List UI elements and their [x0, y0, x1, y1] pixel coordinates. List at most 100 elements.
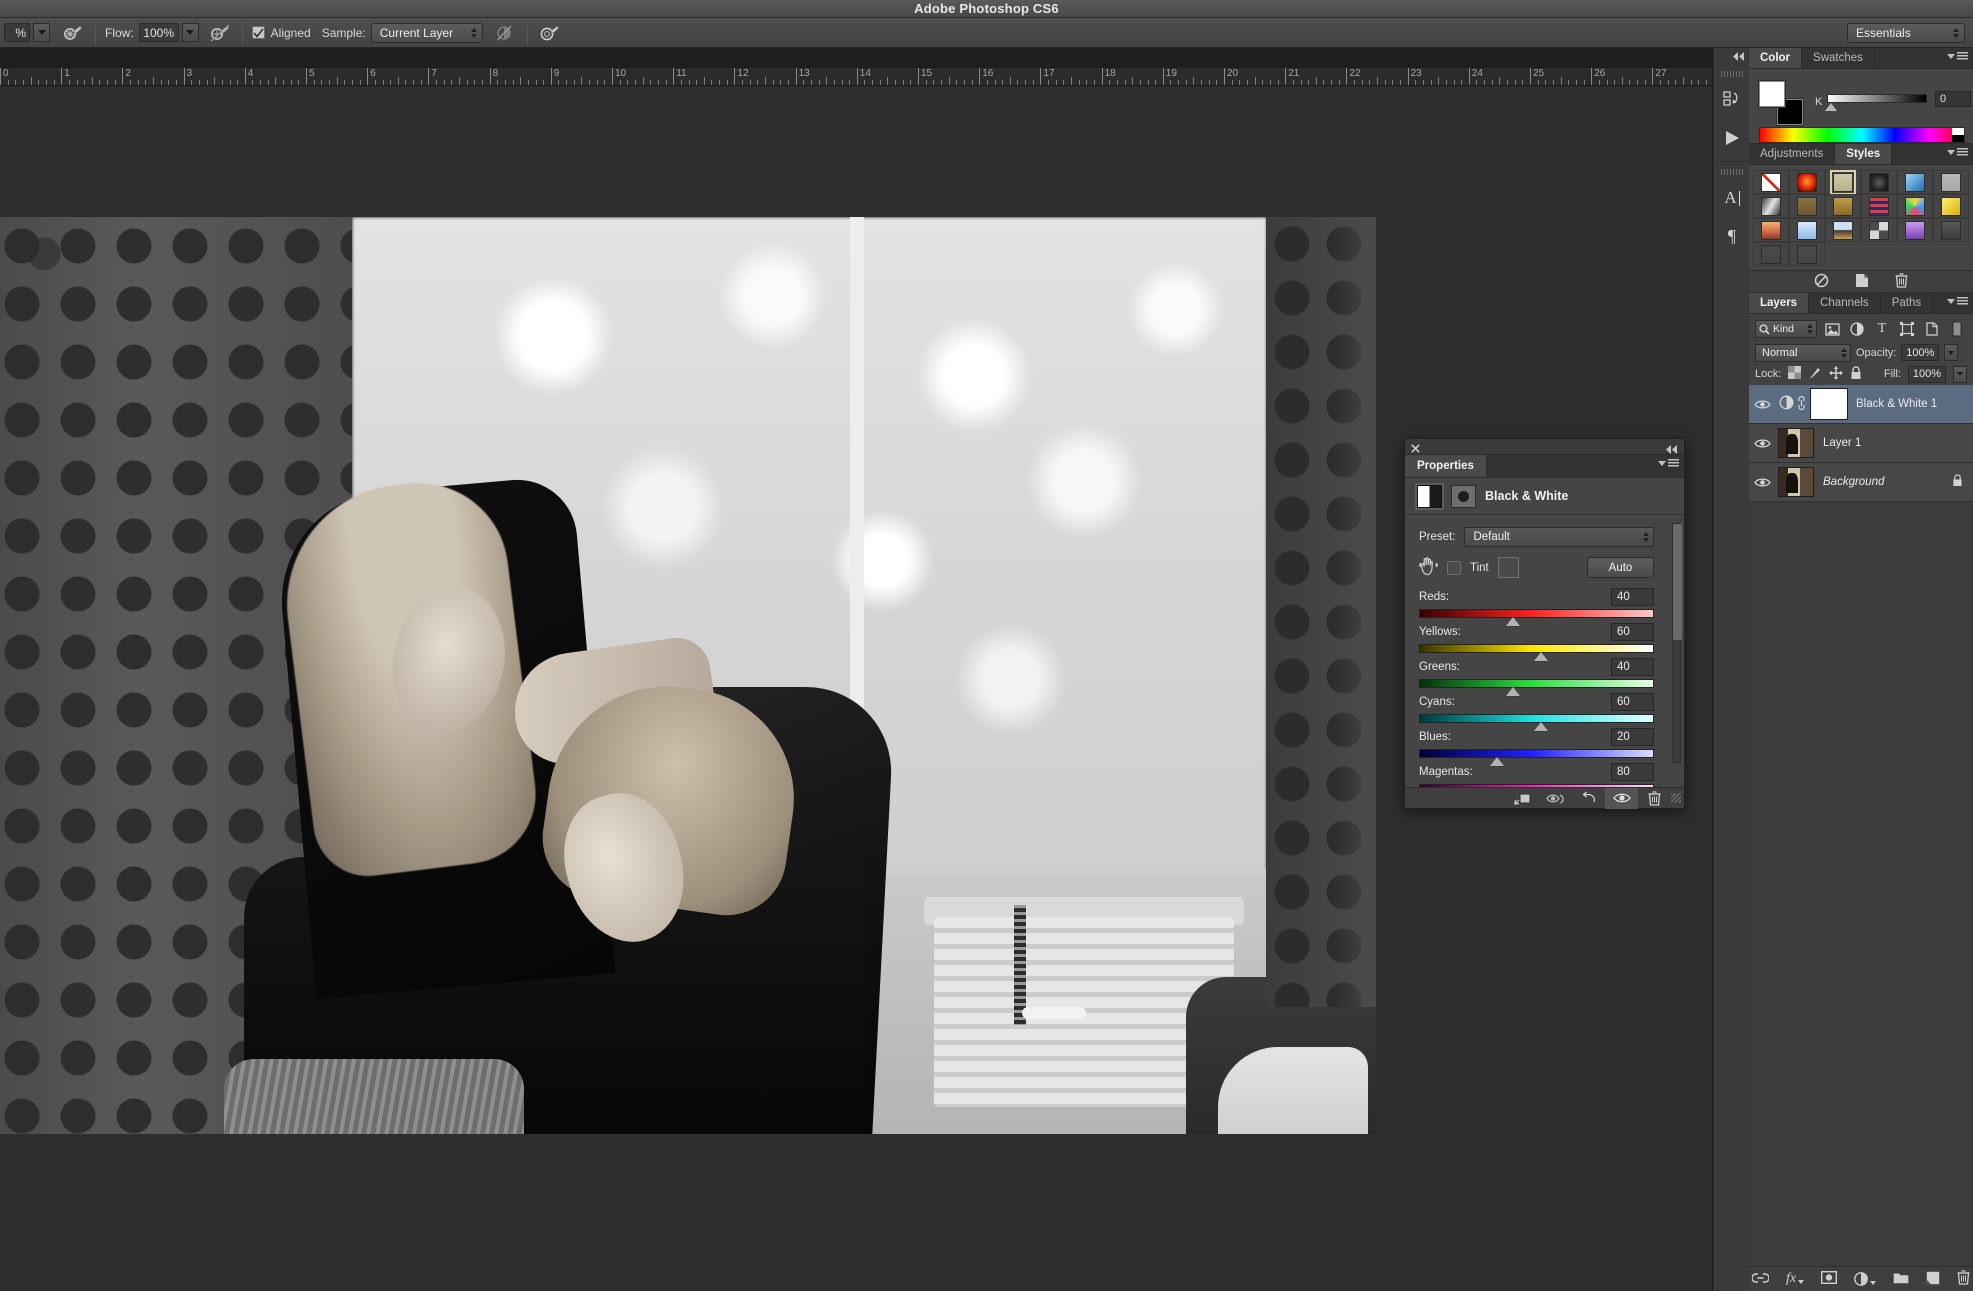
channel-slider-track[interactable] [1419, 644, 1654, 661]
delete-adjustment-button[interactable] [1638, 788, 1671, 809]
reset-adjustment-button[interactable] [1572, 788, 1605, 809]
filter-adjustment-icon[interactable] [1847, 319, 1867, 339]
channel-slider-value[interactable]: 60 [1611, 693, 1654, 711]
style-swatch-none[interactable] [1753, 170, 1789, 194]
layer-name[interactable]: Background [1823, 476, 1952, 488]
auto-button[interactable]: Auto [1587, 557, 1654, 578]
opacity-field-partial[interactable]: % [4, 23, 30, 42]
opacity-dropdown-button[interactable] [1944, 344, 1959, 361]
new-layer-button[interactable] [1926, 1271, 1940, 1288]
filter-pixel-icon[interactable] [1822, 319, 1842, 339]
channel-slider-thumb[interactable] [1534, 652, 1549, 661]
properties-panel-titlebar[interactable] [1405, 439, 1684, 455]
style-swatch-sunset[interactable] [1753, 218, 1789, 242]
actions-icon[interactable] [1714, 119, 1750, 157]
pressure-size-icon[interactable] [207, 20, 233, 46]
channel-slider-track[interactable] [1419, 609, 1654, 626]
layer-visibility-eye-icon[interactable] [1749, 438, 1776, 449]
new-adjustment-layer-button[interactable] [1854, 1272, 1877, 1286]
tab-styles[interactable]: Styles [1835, 144, 1893, 164]
foreground-color-swatch[interactable] [1759, 81, 1785, 107]
style-swatch-olive-flat[interactable] [1789, 194, 1825, 218]
tab-paths[interactable]: Paths [1880, 293, 1934, 313]
lock-image-pixels-icon[interactable] [1808, 366, 1822, 383]
layer-visibility-eye-icon[interactable] [1749, 477, 1776, 488]
workspace-dropdown[interactable]: Essentials [1847, 23, 1965, 43]
layer-thumbnail[interactable] [1778, 428, 1814, 458]
close-icon[interactable] [1411, 442, 1420, 456]
channel-slider-value[interactable]: 40 [1611, 658, 1654, 676]
paragraph-icon[interactable]: ¶ [1714, 217, 1750, 255]
style-swatch-dark-flat[interactable] [1933, 218, 1969, 242]
character-icon[interactable]: A [1714, 179, 1750, 217]
k-value-input[interactable]: 0 [1935, 91, 1971, 107]
toggle-layer-visibility-button[interactable] [1605, 787, 1638, 809]
mask-link-icon[interactable] [1797, 395, 1806, 413]
document-image[interactable] [0, 217, 1376, 1134]
channel-slider-thumb[interactable] [1534, 722, 1549, 731]
tab-adjustments[interactable]: Adjustments [1749, 144, 1836, 164]
channel-slider-track[interactable] [1419, 749, 1654, 766]
delete-layer-button[interactable] [1957, 1270, 1970, 1288]
style-swatch-blue-gradient[interactable] [1897, 170, 1933, 194]
channel-slider-value[interactable]: 60 [1611, 623, 1654, 641]
blend-mode-dropdown[interactable]: Normal [1755, 343, 1851, 362]
clip-to-layer-button[interactable] [1506, 788, 1539, 809]
style-swatch-yellow-bevel[interactable] [1933, 194, 1969, 218]
layer-filter-kind-dropdown[interactable]: Kind [1755, 320, 1817, 338]
flow-stepper[interactable] [181, 23, 199, 42]
tint-checkbox[interactable] [1447, 560, 1461, 575]
tab-channels[interactable]: Channels [1809, 293, 1881, 313]
black-white-adjustment-icon[interactable] [1417, 484, 1442, 508]
layer-name[interactable]: Black & White 1 [1856, 398, 1973, 410]
tab-swatches[interactable]: Swatches [1802, 48, 1875, 68]
style-swatch-empty-2[interactable] [1789, 242, 1825, 266]
styles-swatch-grid[interactable] [1753, 169, 1969, 266]
opacity-stepper[interactable] [33, 23, 50, 42]
style-swatch-silver-sheen[interactable] [1753, 194, 1789, 218]
link-layers-button[interactable] [1751, 1272, 1770, 1287]
filter-shape-icon[interactable] [1897, 319, 1917, 339]
ignore-adjustment-layers-icon[interactable] [492, 20, 518, 46]
opacity-input[interactable]: 100% [1901, 344, 1940, 361]
tablet-pressure-icon[interactable] [537, 20, 563, 46]
style-swatch-noise[interactable] [1861, 218, 1897, 242]
layer-thumbnail[interactable] [1778, 467, 1814, 497]
expand-panels-button[interactable] [1714, 48, 1749, 64]
dock-grip-1[interactable] [1720, 71, 1743, 77]
layer-visibility-eye-icon[interactable] [1749, 399, 1776, 410]
filter-smart-object-icon[interactable] [1922, 319, 1942, 339]
styles-panel-menu-button[interactable] [1947, 148, 1968, 157]
lock-position-icon[interactable] [1829, 365, 1844, 383]
view-previous-state-button[interactable] [1539, 788, 1572, 809]
tab-layers[interactable]: Layers [1749, 293, 1810, 313]
layer-row[interactable]: Background [1749, 463, 1973, 502]
layer-style-button[interactable]: fx [1786, 1271, 1805, 1287]
lock-all-icon[interactable] [1850, 365, 1862, 383]
new-style-button[interactable] [1855, 273, 1869, 291]
tab-color[interactable]: Color [1749, 48, 1803, 68]
color-panel-menu-button[interactable] [1947, 52, 1968, 61]
hand-scrubby-icon[interactable] [1418, 556, 1439, 579]
history-icon[interactable] [1714, 81, 1750, 119]
sample-dropdown[interactable]: Current Layer [370, 22, 483, 43]
airbrush-icon[interactable] [60, 20, 86, 46]
clear-style-button[interactable] [1814, 273, 1829, 291]
style-swatch-empty-1[interactable] [1753, 242, 1789, 266]
style-swatch-red-glow[interactable] [1789, 170, 1825, 194]
channel-slider-value[interactable]: 80 [1611, 763, 1654, 781]
filter-type-icon[interactable]: T [1872, 319, 1892, 339]
layer-mask-thumbnail[interactable] [1811, 389, 1847, 419]
add-mask-button[interactable] [1821, 1270, 1838, 1287]
style-swatch-sky-blue[interactable] [1789, 218, 1825, 242]
layers-list[interactable]: Black & White 1 Layer 1 Background [1749, 385, 1973, 502]
channel-slider-track[interactable] [1419, 714, 1654, 731]
color-spectrum-ramp[interactable] [1759, 127, 1965, 143]
layers-panel-menu-button[interactable] [1947, 297, 1968, 306]
aligned-checkbox[interactable] [251, 26, 265, 39]
layer-row[interactable]: Layer 1 [1749, 424, 1973, 463]
properties-scrollbar[interactable] [1672, 523, 1682, 763]
fill-dropdown-button[interactable] [1953, 365, 1967, 383]
lock-transparent-pixels-icon[interactable] [1788, 366, 1802, 382]
k-slider-thumb[interactable] [1825, 103, 1837, 111]
